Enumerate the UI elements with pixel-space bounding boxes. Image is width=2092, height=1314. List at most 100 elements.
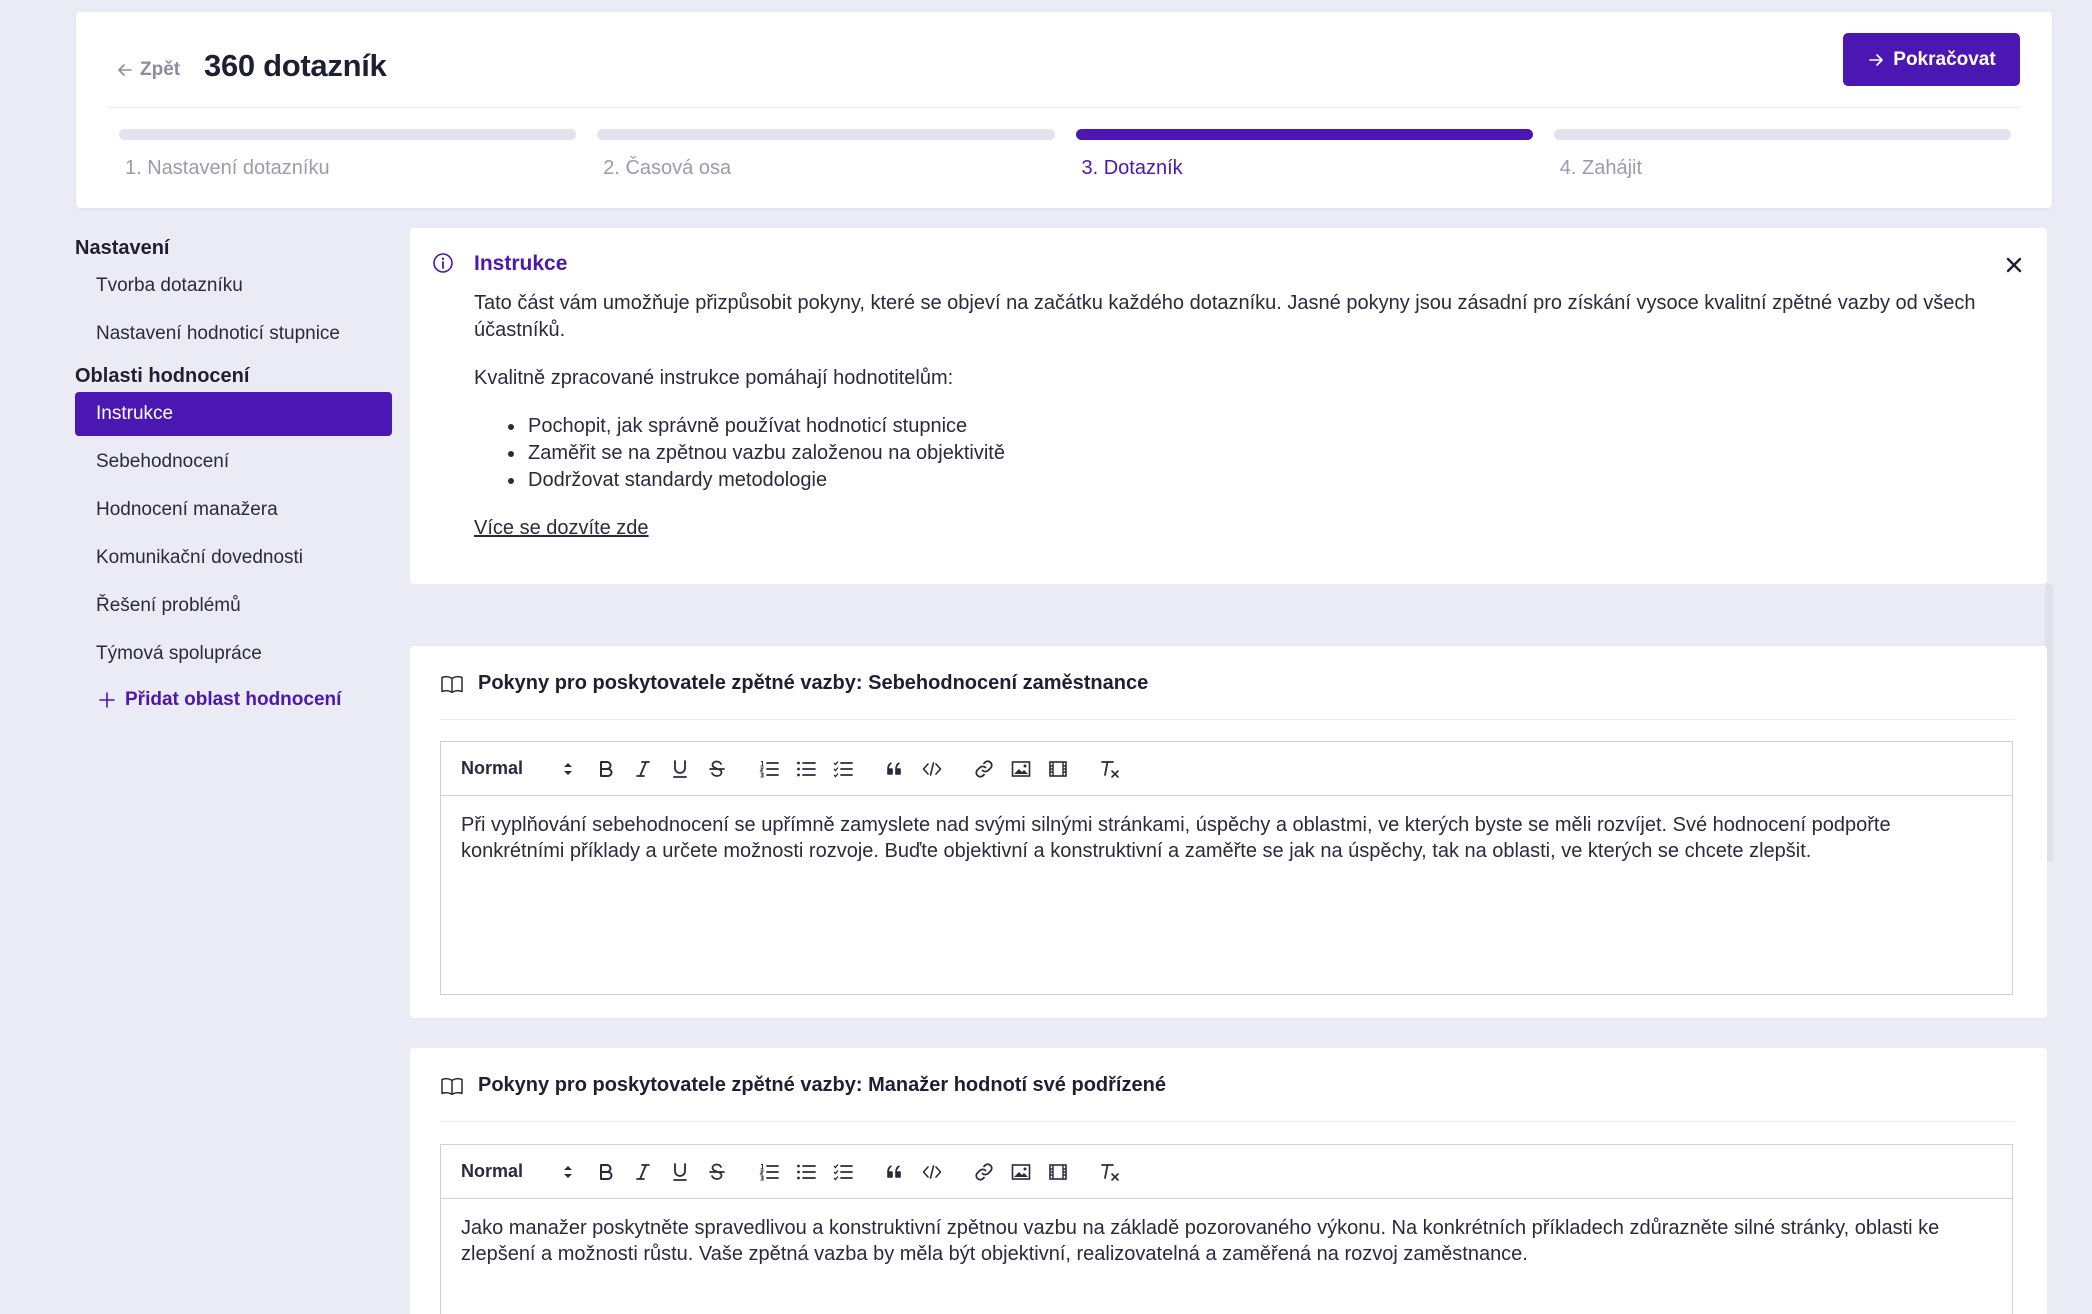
- bold-icon[interactable]: [593, 1158, 619, 1186]
- sidebar-item-self-assessment[interactable]: Sebehodnocení: [75, 440, 392, 484]
- instructions-info-panel: Instrukce Tato část vám umožňuje přizpůs…: [410, 228, 2047, 584]
- format-select-value: Normal: [461, 1161, 524, 1181]
- toolbar-group-lists: [756, 755, 856, 783]
- step-label: 2. Časová osa: [603, 157, 732, 179]
- book-icon: [441, 1077, 463, 1095]
- back-link[interactable]: Zpět: [116, 50, 180, 90]
- guidance-section-self-assessment: Pokyny pro poskytovatele zpětné vazby: S…: [410, 646, 2047, 1018]
- sidebar: Nastavení Tvorba dotazníku Nastavení hod…: [75, 232, 392, 720]
- editor-content[interactable]: Jako manažer poskytněte spravedlivou a k…: [441, 1199, 2012, 1283]
- section-divider: [440, 1121, 2015, 1122]
- code-icon[interactable]: [919, 755, 945, 783]
- editor-content[interactable]: Při vyplňování sebehodnocení se upřímně …: [441, 796, 2012, 880]
- step-timeline[interactable]: 2. Časová osa: [597, 129, 1055, 180]
- book-icon: [441, 675, 463, 693]
- select-arrows-icon: [564, 1165, 572, 1178]
- stepper: 1. Nastavení dotazníku 2. Časová osa 3. …: [119, 129, 2011, 180]
- bold-icon[interactable]: [593, 755, 619, 783]
- step-label: 4. Zahájit: [1559, 157, 1643, 179]
- toolbar-group-format: [593, 1158, 730, 1186]
- strike-icon[interactable]: [704, 755, 730, 783]
- format-select[interactable]: Normal: [461, 1157, 573, 1187]
- step-bar: [597, 129, 1055, 140]
- arrow-left-icon: [118, 64, 132, 76]
- section-header: Pokyny pro poskytovatele zpětné vazby: S…: [440, 672, 1148, 695]
- underline-icon[interactable]: [667, 755, 693, 783]
- header-divider: [108, 107, 2020, 108]
- info-paragraph: Tato část vám umožňuje přizpůsobit pokyn…: [474, 292, 1976, 341]
- link-icon[interactable]: [971, 755, 997, 783]
- quote-icon[interactable]: [882, 1158, 908, 1186]
- continue-label: Pokračovat: [1893, 48, 1996, 70]
- sidebar-item-instructions[interactable]: Instrukce: [75, 392, 392, 436]
- underline-icon[interactable]: [667, 1158, 693, 1186]
- sidebar-item-rating-scale[interactable]: Nastavení hodnoticí stupnice: [75, 312, 392, 356]
- check-list-icon[interactable]: [830, 1158, 856, 1186]
- info-paragraph: Kvalitně zpracované instrukce pomáhají h…: [474, 367, 954, 389]
- toolbar-group-lists: [756, 1158, 856, 1186]
- section-divider: [440, 719, 2015, 720]
- header-card: Zpět 360 dotazník Pokračovat 1. Nastaven…: [76, 12, 2052, 208]
- list-item: Pochopit, jak správně používat hodnoticí…: [508, 413, 2004, 440]
- sidebar-heading-areas: Oblasti hodnocení: [75, 365, 250, 387]
- step-label: 1. Nastavení dotazníku: [125, 157, 330, 179]
- format-select[interactable]: Normal: [461, 754, 573, 784]
- sidebar-item-problem-solving[interactable]: Řešení problémů: [75, 584, 392, 628]
- strike-icon[interactable]: [704, 1158, 730, 1186]
- step-bar: [1553, 129, 2011, 140]
- page-title: 360 dotazník: [204, 48, 387, 83]
- list-item: Zaměřit se na zpětnou vazbu založenou na…: [508, 440, 2004, 467]
- step-label: 3. Dotazník: [1081, 157, 1183, 179]
- step-setup[interactable]: 1. Nastavení dotazníku: [119, 129, 577, 180]
- video-icon[interactable]: [1045, 1158, 1071, 1186]
- bullet-list-icon[interactable]: [793, 755, 819, 783]
- toolbar-group-clear: [1097, 755, 1123, 783]
- code-icon[interactable]: [919, 1158, 945, 1186]
- info-title: Instrukce: [474, 252, 568, 275]
- ordered-list-icon[interactable]: [756, 1158, 782, 1186]
- toolbar-group-blocks: [882, 1158, 945, 1186]
- continue-button[interactable]: Pokračovat: [1843, 33, 2020, 86]
- link-icon[interactable]: [971, 1158, 997, 1186]
- section-header: Pokyny pro poskytovatele zpětné vazby: M…: [440, 1074, 1166, 1097]
- step-bar: [119, 129, 577, 140]
- clear-format-icon[interactable]: [1097, 1158, 1123, 1186]
- toolbar-group-media: [971, 1158, 1071, 1186]
- add-area-button[interactable]: Přidat oblast hodnocení: [75, 680, 392, 720]
- rich-text-editor: Normal: [440, 1144, 2013, 1314]
- guidance-section-manager-assessment: Pokyny pro poskytovatele zpětné vazby: M…: [410, 1048, 2047, 1314]
- close-icon[interactable]: [2003, 254, 2025, 276]
- sidebar-item-manager-assessment[interactable]: Hodnocení manažera: [75, 488, 392, 532]
- editor-toolbar: Normal: [441, 1145, 2012, 1199]
- ordered-list-icon[interactable]: [756, 755, 782, 783]
- info-body: Tato část vám umožňuje přizpůsobit pokyn…: [474, 290, 2004, 542]
- toolbar-group-blocks: [882, 755, 945, 783]
- learn-more-link[interactable]: Více se dozvíte zde: [474, 517, 649, 539]
- italic-icon[interactable]: [630, 1158, 656, 1186]
- quote-icon[interactable]: [882, 755, 908, 783]
- clear-format-icon[interactable]: [1097, 755, 1123, 783]
- sidebar-item-teamwork[interactable]: Týmová spolupráce: [75, 632, 392, 676]
- sidebar-heading-settings: Nastavení: [75, 237, 170, 259]
- list-item: Dodržovat standardy metodologie: [508, 467, 2004, 494]
- step-questionnaire[interactable]: 3. Dotazník: [1075, 129, 1533, 180]
- video-icon[interactable]: [1045, 755, 1071, 783]
- arrow-right-icon: [1869, 53, 1884, 66]
- toolbar-group-media: [971, 755, 1071, 783]
- image-icon[interactable]: [1008, 755, 1034, 783]
- toolbar-group-clear: [1097, 1158, 1123, 1186]
- sidebar-item-communication[interactable]: Komunikační dovednosti: [75, 536, 392, 580]
- image-icon[interactable]: [1008, 1158, 1034, 1186]
- plus-icon: [99, 692, 115, 708]
- bullet-list-icon[interactable]: [793, 1158, 819, 1186]
- check-list-icon[interactable]: [830, 755, 856, 783]
- rich-text-editor: Normal: [440, 741, 2013, 995]
- italic-icon[interactable]: [630, 755, 656, 783]
- editor-toolbar: Normal: [441, 742, 2012, 796]
- sidebar-item-questionnaire-builder[interactable]: Tvorba dotazníku: [75, 264, 392, 308]
- info-bullet-list: Pochopit, jak správně používat hodnoticí…: [474, 413, 2004, 494]
- select-arrows-icon: [564, 762, 572, 775]
- step-launch[interactable]: 4. Zahájit: [1553, 129, 2011, 180]
- step-bar: [1075, 129, 1533, 140]
- section-title: Pokyny pro poskytovatele zpětné vazby: M…: [478, 1074, 1166, 1096]
